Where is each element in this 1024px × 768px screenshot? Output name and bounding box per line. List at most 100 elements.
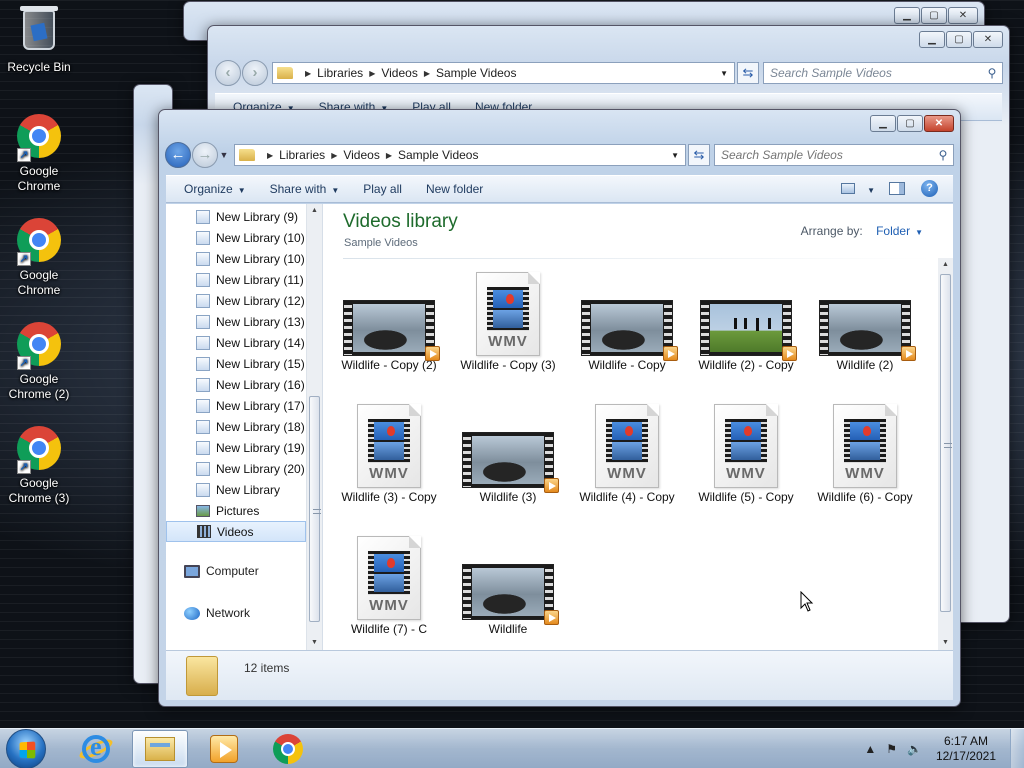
minimize-button[interactable]: ▁	[870, 115, 896, 132]
scroll-thumb[interactable]	[940, 274, 952, 612]
organize-menu[interactable]: Organize▼	[172, 182, 258, 196]
refresh-icon[interactable]: ⇆	[737, 62, 759, 84]
maximize-button[interactable]: ▢	[897, 115, 923, 132]
file-item[interactable]: WMV Wildlife (6) - Copy	[815, 404, 915, 505]
nav-item-label: Videos	[217, 524, 254, 539]
file-item[interactable]: Wildlife - Copy (2)	[339, 272, 440, 373]
back-button[interactable]: ‹	[215, 60, 241, 86]
forward-button[interactable]: ›	[242, 60, 268, 86]
nav-item[interactable]: New Library (16)	[166, 374, 306, 395]
nav-item[interactable]: New Library (10)	[166, 248, 306, 269]
nav-computer[interactable]: Computer	[184, 564, 259, 578]
scroll-up-icon[interactable]: ▲	[307, 204, 322, 218]
search-icon[interactable]: ⚲	[933, 148, 953, 162]
desktop-icon-recycle-bin[interactable]: Recycle Bin	[0, 6, 78, 75]
nav-item[interactable]: New Library	[166, 479, 306, 500]
file-item[interactable]: Wildlife	[458, 536, 559, 637]
minimize-button[interactable]: ▁	[894, 7, 920, 24]
breadcrumb-libraries[interactable]: Libraries	[279, 148, 325, 162]
forward-button[interactable]: →	[192, 142, 218, 168]
file-item[interactable]: WMV Wildlife (7) - C	[339, 536, 439, 637]
show-hidden-icons-icon[interactable]: ▲	[864, 742, 876, 756]
address-bar[interactable]: ▶ Libraries ▶ Videos ▶ Sample Videos ▼	[272, 62, 735, 84]
nav-item[interactable]: New Library (18)	[166, 416, 306, 437]
file-item[interactable]: WMV Wildlife - Copy (3)	[458, 272, 558, 373]
arrange-by[interactable]: Arrange by: Folder ▼	[801, 224, 923, 238]
breadcrumb-videos[interactable]: Videos	[381, 66, 417, 80]
nav-network[interactable]: Network	[184, 606, 250, 620]
nav-item[interactable]: New Library (10)	[166, 227, 306, 248]
arrange-by-value[interactable]: Folder	[876, 224, 910, 238]
file-item[interactable]: WMV Wildlife (4) - Copy	[577, 404, 677, 505]
nav-item[interactable]: New Library (12)	[166, 290, 306, 311]
search-box[interactable]: ⚲	[714, 144, 954, 166]
search-icon[interactable]: ⚲	[982, 66, 1002, 80]
start-button[interactable]	[6, 728, 46, 768]
nav-item[interactable]: Videos	[166, 521, 306, 542]
chevron-down-icon[interactable]: ▼	[713, 69, 734, 78]
file-list-pane[interactable]: Videos library Sample Videos Arrange by:…	[323, 204, 953, 650]
clock[interactable]: 6:17 AM 12/17/2021	[936, 734, 996, 764]
scroll-thumb[interactable]	[309, 396, 321, 622]
change-view-icon[interactable]	[841, 180, 863, 198]
recent-pages-dropdown[interactable]: ▼	[218, 150, 230, 160]
nav-item[interactable]: New Library (17)	[166, 395, 306, 416]
nav-item[interactable]: New Library (19)	[166, 437, 306, 458]
breadcrumb-sample-videos[interactable]: Sample Videos	[436, 66, 517, 80]
nav-item-label: New Library (17)	[216, 398, 305, 413]
taskbar-windows-explorer[interactable]	[132, 729, 188, 768]
taskbar-chrome[interactable]	[260, 730, 316, 768]
address-bar[interactable]: ▶ Libraries ▶ Videos ▶ Sample Videos ▼	[234, 144, 686, 166]
minimize-button[interactable]: ▁	[919, 31, 945, 48]
chevron-down-icon[interactable]: ▼	[664, 151, 685, 160]
volume-muted-icon[interactable]: 🔈	[907, 742, 922, 756]
close-button[interactable]: ✕	[973, 31, 1003, 48]
show-desktop-button[interactable]	[1010, 729, 1024, 768]
taskbar-media-player[interactable]	[196, 730, 252, 768]
view-options-chevron-icon[interactable]: ▼	[863, 182, 879, 196]
scroll-down-icon[interactable]: ▼	[938, 636, 953, 650]
file-item[interactable]: Wildlife (2)	[815, 272, 916, 373]
breadcrumb-sample-videos[interactable]: Sample Videos	[398, 148, 479, 162]
close-button[interactable]: ✕	[924, 115, 954, 132]
nav-item[interactable]: New Library (11)	[166, 269, 306, 290]
desktop-icon-chrome-3[interactable]: ↗ Google Chrome (3)	[0, 424, 78, 506]
nav-item[interactable]: New Library (20)	[166, 458, 306, 479]
explorer-window[interactable]: ▁ ▢ ✕ ← → ▼ ▶ Libraries ▶ Videos ▶ Sample V…	[158, 109, 961, 707]
file-item[interactable]: Wildlife (3)	[458, 404, 559, 505]
action-center-flag-icon[interactable]: ⚑	[886, 742, 897, 756]
help-icon[interactable]: ?	[921, 180, 943, 198]
maximize-button[interactable]: ▢	[946, 31, 972, 48]
file-item[interactable]: WMV Wildlife (3) - Copy	[339, 404, 439, 505]
file-item[interactable]: WMV Wildlife (5) - Copy	[696, 404, 796, 505]
new-folder-button[interactable]: New folder	[414, 182, 495, 196]
nav-pane-scrollbar[interactable]: ▲ ▼	[306, 204, 322, 650]
content-scrollbar[interactable]: ▲ ▼	[938, 258, 953, 650]
nav-item[interactable]: New Library (13)	[166, 311, 306, 332]
nav-item[interactable]: New Library (9)	[166, 206, 306, 227]
search-placeholder: Search Sample Videos	[770, 66, 892, 80]
back-button[interactable]: ←	[165, 142, 191, 168]
desktop-icon-chrome-2[interactable]: ↗ Google Chrome (2)	[0, 320, 78, 402]
breadcrumb-libraries[interactable]: Libraries	[317, 66, 363, 80]
scroll-down-icon[interactable]: ▼	[307, 636, 322, 650]
taskbar-internet-explorer[interactable]	[68, 730, 124, 768]
nav-item[interactable]: New Library (15)	[166, 353, 306, 374]
close-button[interactable]: ✕	[948, 7, 978, 24]
file-item[interactable]: Wildlife (2) - Copy	[696, 272, 797, 373]
nav-item[interactable]: New Library (14)	[166, 332, 306, 353]
search-input[interactable]	[721, 148, 933, 162]
scroll-up-icon[interactable]: ▲	[938, 258, 953, 272]
nav-item[interactable]: Pictures	[166, 500, 306, 521]
refresh-icon[interactable]: ⇆	[688, 144, 710, 166]
chevron-down-icon[interactable]: ▼	[915, 228, 923, 237]
file-item[interactable]: Wildlife - Copy	[577, 272, 678, 373]
breadcrumb-videos[interactable]: Videos	[343, 148, 379, 162]
desktop-icon-chrome[interactable]: ↗ Google Chrome	[0, 112, 78, 194]
search-box[interactable]: Search Sample Videos ⚲	[763, 62, 1003, 84]
desktop-icon-chrome-1[interactable]: ↗ Google Chrome	[0, 216, 78, 298]
play-all-button[interactable]: Play all	[351, 182, 414, 196]
preview-pane-icon[interactable]	[889, 180, 911, 198]
maximize-button[interactable]: ▢	[921, 7, 947, 24]
share-with-menu[interactable]: Share with▼	[258, 182, 352, 196]
